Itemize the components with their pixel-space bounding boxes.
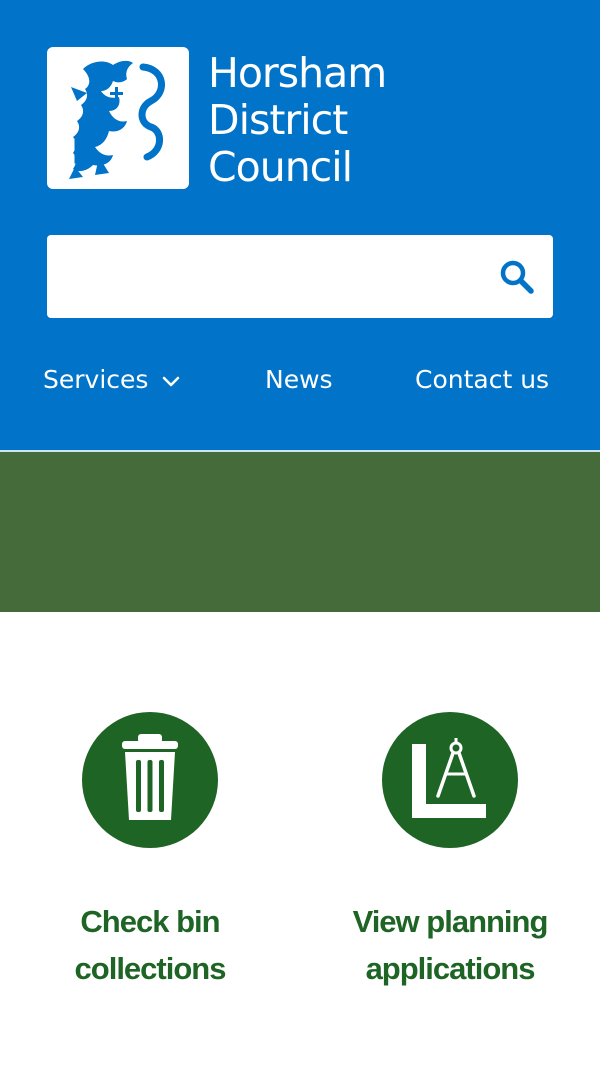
chevron-down-icon [163,376,180,386]
search-button[interactable] [495,255,539,299]
quick-link-planning-label: View planning applications [300,898,600,992]
quick-link-planning-line-1: View planning [352,904,549,939]
lion-crest-icon [69,60,165,179]
nav-news-label: News [265,365,333,394]
nav-services-label: Services [43,365,149,394]
council-name-line-2: District [208,96,348,144]
quick-link-bin-collections[interactable]: Check bin collections [0,712,300,992]
search-box [47,235,553,320]
planning-icon-circle [382,712,518,848]
council-logo[interactable] [47,47,189,189]
nav-contact-label: Contact us [415,365,550,394]
bin-icon [122,734,178,820]
council-name[interactable]: Horsham District Council [208,49,387,191]
council-name-line-1: Horsham [208,49,387,97]
nav-news[interactable]: News [265,362,333,398]
set-square-compass-icon [412,738,486,818]
council-name-line-3: Council [208,143,353,191]
nav-contact-us[interactable]: Contact us [415,362,549,398]
search-input[interactable] [63,235,487,320]
quick-link-planning-line-2: applications [365,951,536,986]
quick-link-bin-line-1: Check bin [80,904,220,939]
bin-icon-circle [82,712,218,848]
quick-link-bin-line-2: collections [74,951,227,986]
nav-services[interactable]: Services [43,362,180,398]
quick-link-bin-label: Check bin collections [0,898,300,992]
search-icon [500,260,534,294]
quick-link-planning-applications[interactable]: View planning applications [300,712,600,992]
